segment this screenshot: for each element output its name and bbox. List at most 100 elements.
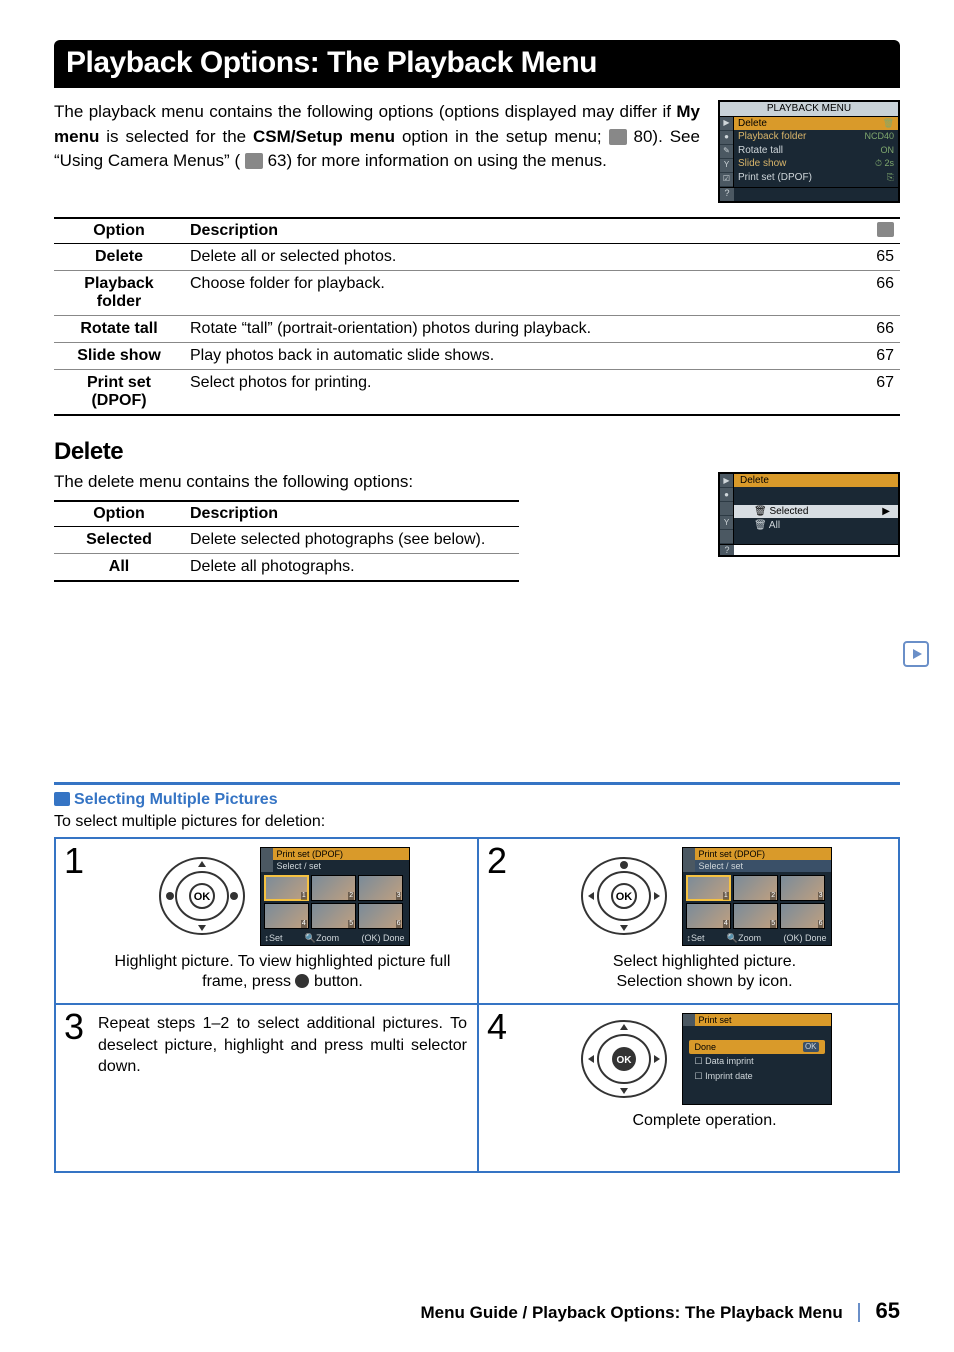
opt-name: Slide show bbox=[54, 342, 184, 369]
lcd-delete-menu: ▶ ● Υ Delete 🗑 Selected▶ 🗑 All ? bbox=[718, 472, 900, 557]
lcd-footer-icon: ? bbox=[720, 188, 734, 201]
lcd-playback-menu: PLAYBACK MENU ▶ ● ✎ Υ ☑ Delete🗑 Playback… bbox=[718, 100, 900, 203]
opt-page: 65 bbox=[840, 243, 900, 270]
lcd-sidebar-icon: Υ bbox=[720, 159, 733, 173]
arrow-right-icon: ▶ bbox=[882, 506, 890, 517]
t: button. bbox=[314, 973, 363, 990]
lcd-item: Selected bbox=[769, 506, 808, 517]
ftr: 🔍Zoom bbox=[727, 933, 761, 943]
thumb-num: 6 bbox=[818, 920, 824, 928]
step-caption: Highlight picture. To view highlighted p… bbox=[98, 952, 467, 994]
lcd-sidebar-icon bbox=[720, 502, 733, 516]
lcd-item-right: ON bbox=[881, 145, 895, 157]
thumb-num: 5 bbox=[770, 920, 776, 928]
options-table: Option Description DeleteDelete all or s… bbox=[54, 217, 900, 416]
lcd-title: Print set (DPOF) bbox=[695, 848, 831, 860]
lcd-item: Slide show bbox=[738, 158, 786, 170]
lcd-sidebar-icon: Υ bbox=[720, 516, 733, 530]
opt-name: Selected bbox=[54, 526, 184, 553]
thumb-num: 3 bbox=[818, 892, 824, 900]
ftr: ↕Set bbox=[687, 933, 705, 943]
lcd-sidebar-icon: ☑ bbox=[720, 173, 733, 187]
lcd-title: Print set (DPOF) bbox=[273, 848, 409, 860]
lcd-sidebar-icon: ● bbox=[720, 131, 733, 145]
opt-desc: Play photos back in automatic slide show… bbox=[184, 342, 840, 369]
opt-name: Print set (DPOF) bbox=[54, 369, 184, 415]
page-ref-icon bbox=[877, 222, 894, 237]
step-grid: 1 OK bbox=[54, 837, 900, 1174]
zoom-button-icon bbox=[295, 974, 309, 988]
opt-page: 67 bbox=[840, 369, 900, 415]
lcd-sidebar-icon bbox=[720, 530, 733, 544]
t: option in the setup menu; bbox=[402, 127, 609, 146]
svg-text:OK: OK bbox=[615, 891, 632, 903]
lcd-footer-icon: ? bbox=[720, 545, 734, 555]
svg-text:OK: OK bbox=[193, 891, 210, 903]
lcd-item-right: ⎘ bbox=[887, 172, 894, 184]
thumb-num: 6 bbox=[396, 920, 402, 928]
lcd-title: Delete bbox=[734, 474, 898, 487]
box-title: Selecting Multiple Pictures bbox=[54, 791, 900, 809]
thumb-num: 1 bbox=[301, 892, 307, 900]
opt-desc: Select photos for printing. bbox=[184, 369, 840, 415]
svg-text:OK: OK bbox=[616, 1055, 632, 1066]
page-banner: Playback Options: The Playback Menu bbox=[54, 40, 900, 88]
playback-tab-icon bbox=[902, 640, 930, 668]
t: is selected for the bbox=[106, 127, 253, 146]
step-number: 3 bbox=[64, 1009, 84, 1045]
page-number: 65 bbox=[876, 1298, 900, 1323]
thumb-num: 4 bbox=[723, 920, 729, 928]
thumb-num: 4 bbox=[301, 920, 307, 928]
t: Highlight picture. To view highlighted p… bbox=[115, 953, 451, 991]
th-desc: Description bbox=[184, 501, 519, 527]
thumb-num: 3 bbox=[396, 892, 402, 900]
opt-page: 66 bbox=[840, 315, 900, 342]
multi-selector-icon: OK bbox=[156, 853, 248, 939]
zoom-icon bbox=[54, 792, 70, 806]
footer-text: Menu Guide / Playback Options: The Playb… bbox=[421, 1303, 843, 1322]
lcd-item: Playback folder bbox=[738, 131, 806, 143]
ok-badge: OK bbox=[803, 1042, 819, 1052]
t: 63) for more information on using the me… bbox=[268, 151, 607, 170]
delete-heading: Delete bbox=[54, 438, 900, 466]
page-footer: Menu Guide / Playback Options: The Playb… bbox=[421, 1298, 900, 1324]
lcd-item-right: NCD40 bbox=[864, 131, 894, 143]
step-text: Repeat steps 1–2 to select additional pi… bbox=[98, 1013, 467, 1078]
ftr: (OK) Done bbox=[361, 933, 404, 943]
thumb-num: 5 bbox=[348, 920, 354, 928]
lcd-item: Delete bbox=[738, 118, 767, 130]
lcd-item: Rotate tall bbox=[738, 145, 783, 157]
lcd-item: Data imprint bbox=[695, 1056, 754, 1067]
multi-selector-icon: OK bbox=[578, 1016, 670, 1102]
th-desc: Description bbox=[184, 218, 840, 244]
th-option: Option bbox=[54, 218, 184, 244]
lcd-sidebar-icon: ● bbox=[720, 488, 733, 502]
opt-desc: Delete all photographs. bbox=[184, 553, 519, 581]
opt-name: Rotate tall bbox=[54, 315, 184, 342]
lcd-item: All bbox=[769, 520, 780, 531]
lcd-item-right: ⏱ 2s bbox=[875, 158, 894, 170]
thumb-num: 1 bbox=[723, 892, 729, 900]
lcd-step-2: Print set (DPOF)Select / set 1 2 3 4 5 6… bbox=[682, 847, 832, 946]
lcd-subtitle: Select / set bbox=[695, 860, 831, 872]
opt-name: All bbox=[54, 553, 184, 581]
step-caption: Complete operation. bbox=[521, 1111, 888, 1132]
opt-page: 66 bbox=[840, 270, 900, 315]
lcd-sidebar: ▶ ● ✎ Υ ☑ bbox=[720, 117, 734, 187]
opt-desc: Delete selected photographs (see below). bbox=[184, 526, 519, 553]
th-option: Option bbox=[54, 501, 184, 527]
intro-paragraph: The playback menu contains the following… bbox=[54, 100, 700, 174]
lcd-title: Print set bbox=[695, 1014, 831, 1026]
t: Selecting Multiple Pictures bbox=[74, 791, 278, 808]
t: CSM/Setup menu bbox=[253, 127, 395, 146]
lcd-item-right: 🗑 bbox=[883, 118, 894, 130]
thumb-num: 2 bbox=[770, 892, 776, 900]
ftr: ↕Set bbox=[265, 933, 283, 943]
lcd-sidebar-icon: ▶ bbox=[720, 474, 733, 488]
step-caption: Select highlighted picture. Selection sh… bbox=[521, 952, 888, 994]
ftr: (OK) Done bbox=[783, 933, 826, 943]
lcd-sidebar-icon: ✎ bbox=[720, 145, 733, 159]
opt-desc: Choose folder for playback. bbox=[184, 270, 840, 315]
lcd-subtitle: Select / set bbox=[273, 860, 409, 872]
lcd-item: Done bbox=[695, 1042, 717, 1052]
